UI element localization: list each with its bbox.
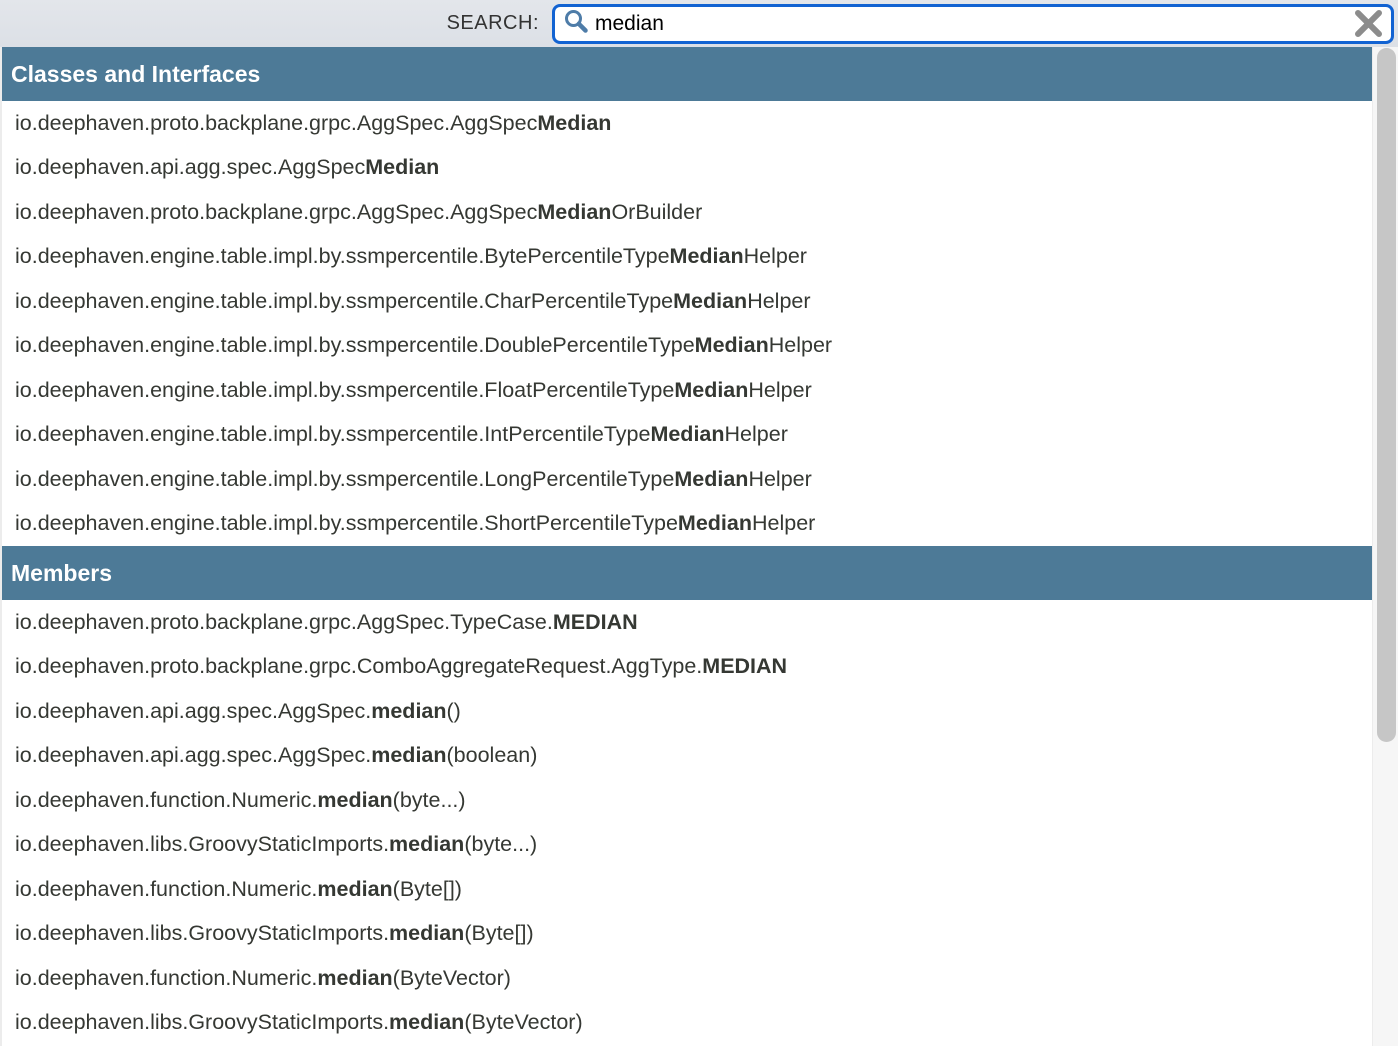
result-item[interactable]: io.deephaven.function.Numeric.median(byt…	[2, 778, 1372, 823]
result-item[interactable]: io.deephaven.proto.backplane.grpc.AggSpe…	[2, 190, 1372, 235]
result-item[interactable]: io.deephaven.engine.table.impl.by.ssmper…	[2, 279, 1372, 324]
scrollbar-track[interactable]	[1372, 47, 1398, 1046]
search-input-container[interactable]	[552, 4, 1394, 44]
result-item[interactable]: io.deephaven.api.agg.spec.AggSpecMedian	[2, 146, 1372, 191]
result-item[interactable]: io.deephaven.engine.table.impl.by.ssmper…	[2, 502, 1372, 547]
result-item[interactable]: io.deephaven.engine.table.impl.by.ssmper…	[2, 413, 1372, 458]
result-item[interactable]: io.deephaven.engine.table.impl.by.ssmper…	[2, 235, 1372, 280]
result-item[interactable]: io.deephaven.proto.backplane.grpc.AggSpe…	[2, 101, 1372, 146]
result-item[interactable]: io.deephaven.function.Numeric.median(Byt…	[2, 867, 1372, 912]
close-icon[interactable]	[1353, 9, 1384, 38]
search-results: Classes and Interfacesio.deephaven.proto…	[0, 47, 1398, 1046]
result-item[interactable]: io.deephaven.engine.table.impl.by.ssmper…	[2, 457, 1372, 502]
result-item[interactable]: io.deephaven.function.Numeric.median(Byt…	[2, 956, 1372, 1001]
result-item[interactable]: io.deephaven.proto.backplane.grpc.ComboA…	[2, 645, 1372, 690]
result-item[interactable]: io.deephaven.api.agg.spec.AggSpec.median…	[2, 734, 1372, 779]
result-item[interactable]: io.deephaven.libs.GroovyStaticImports.me…	[2, 823, 1372, 868]
section-header: Members	[2, 546, 1372, 600]
search-input[interactable]	[595, 9, 1353, 39]
results-list: Classes and Interfacesio.deephaven.proto…	[2, 47, 1372, 1046]
result-item[interactable]: io.deephaven.engine.table.impl.by.ssmper…	[2, 368, 1372, 413]
result-item[interactable]: io.deephaven.libs.GroovyStaticImports.me…	[2, 912, 1372, 957]
magnifier-icon	[563, 8, 589, 39]
result-item[interactable]: io.deephaven.api.agg.spec.AggSpec.median…	[2, 689, 1372, 734]
search-label: SEARCH:	[447, 12, 539, 35]
result-item[interactable]: io.deephaven.engine.table.impl.by.ssmper…	[2, 324, 1372, 369]
search-bar: SEARCH:	[0, 0, 1398, 47]
section-header: Classes and Interfaces	[2, 47, 1372, 101]
scrollbar-thumb[interactable]	[1377, 48, 1396, 742]
result-item[interactable]: io.deephaven.libs.GroovyStaticImports.me…	[2, 1001, 1372, 1046]
result-item[interactable]: io.deephaven.proto.backplane.grpc.AggSpe…	[2, 600, 1372, 645]
